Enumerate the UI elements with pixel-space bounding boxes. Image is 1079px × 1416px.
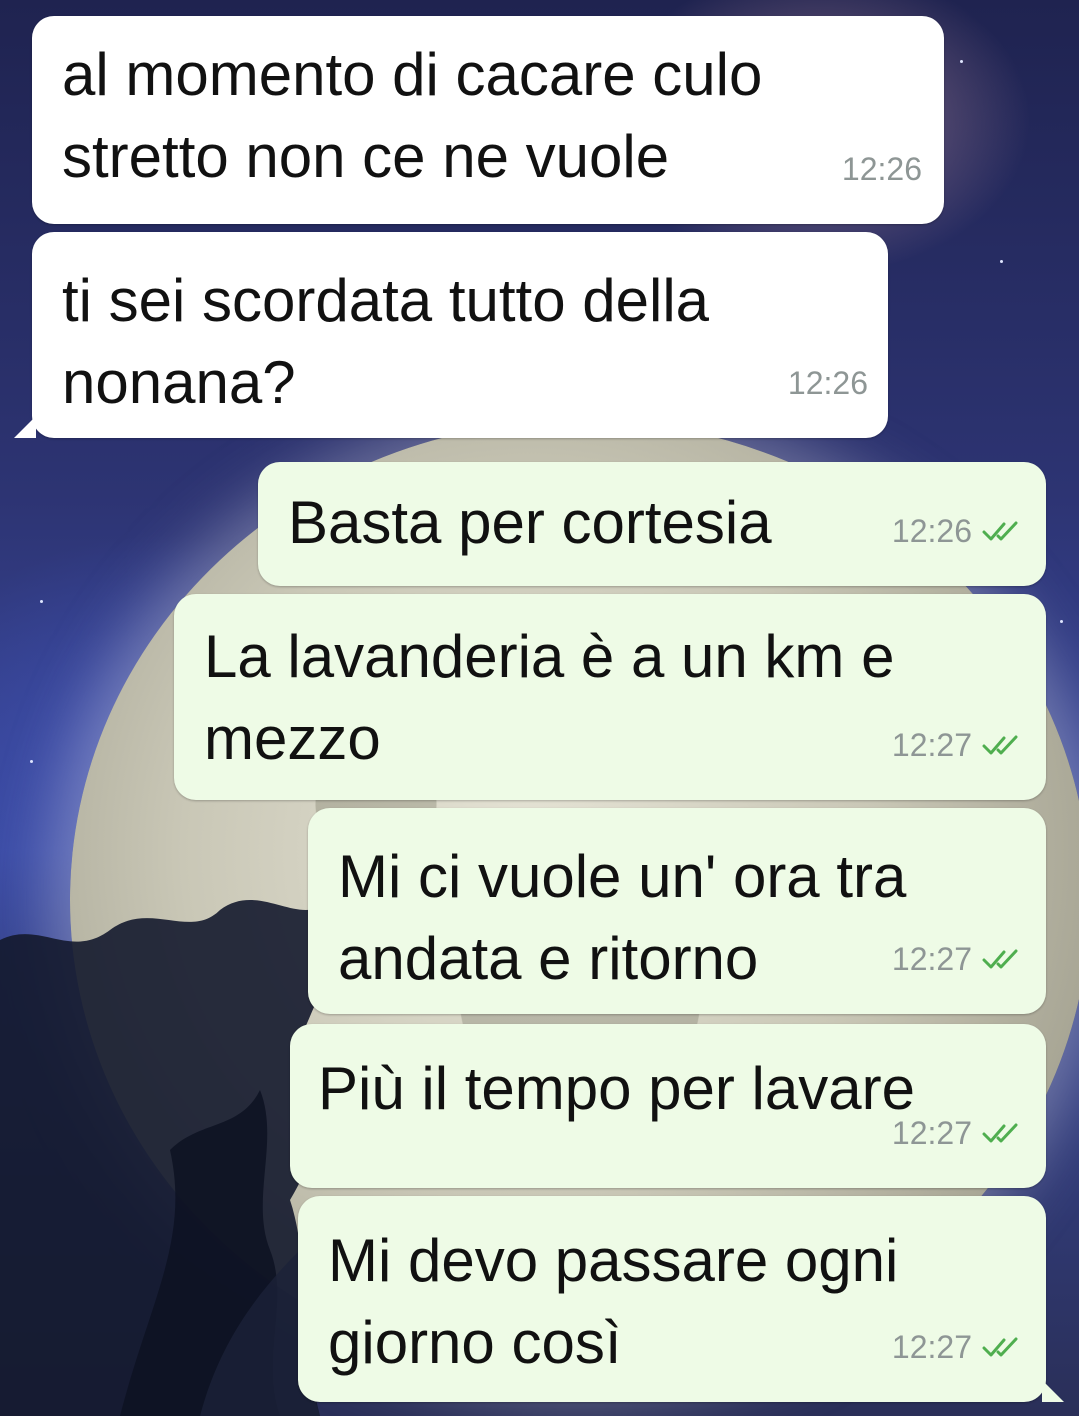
message-time: 12:27 xyxy=(891,1329,972,1365)
message-text: Mi devo passare ogni giorno così xyxy=(328,1227,899,1376)
message-text: al momento di cacare culo stretto non ce… xyxy=(62,41,763,190)
double-check-icon xyxy=(982,1123,1018,1143)
outgoing-message-bubble[interactable]: Più il tempo per lavare 12:27 xyxy=(290,1024,1046,1188)
message-text: La lavanderia è a un km e mezzo xyxy=(204,623,895,772)
outgoing-message-bubble[interactable]: La lavanderia è a un km e mezzo 12:27 xyxy=(174,594,1046,800)
incoming-message-bubble[interactable]: al momento di cacare culo stretto non ce… xyxy=(32,16,944,224)
message-list[interactable]: al momento di cacare culo stretto non ce… xyxy=(0,0,1079,1416)
bubble-tail xyxy=(1042,1380,1064,1402)
message-time: 12:27 xyxy=(891,727,972,763)
message-meta: 12:27 xyxy=(892,1092,1026,1174)
bubble-tail xyxy=(14,416,36,438)
incoming-message-bubble[interactable]: ti sei scordata tutto della nonana? 12:2… xyxy=(14,232,888,438)
message-meta: 12:26 xyxy=(892,490,1026,572)
message-meta: 12:27 xyxy=(892,1306,1026,1388)
message-time: 12:26 xyxy=(787,365,868,401)
message-text: Basta per cortesia xyxy=(288,489,772,556)
outgoing-message-bubble[interactable]: Mi devo passare ogni giorno così 12:27 xyxy=(298,1196,1064,1402)
message-time: 12:27 xyxy=(891,1115,972,1151)
message-time: 12:26 xyxy=(841,151,922,187)
message-time: 12:27 xyxy=(891,941,972,977)
message-meta: 12:26 xyxy=(788,342,868,424)
message-time: 12:26 xyxy=(891,513,972,549)
message-text: ti sei scordata tutto della nonana? xyxy=(62,267,710,416)
outgoing-message-bubble[interactable]: Basta per cortesia 12:26 xyxy=(258,462,1046,586)
double-check-icon xyxy=(982,521,1018,541)
message-text: Più il tempo per lavare xyxy=(318,1055,915,1122)
double-check-icon xyxy=(982,949,1018,969)
message-meta: 12:27 xyxy=(892,704,1026,786)
message-meta: 12:27 xyxy=(892,918,1026,1000)
message-meta: 12:26 xyxy=(842,128,922,210)
double-check-icon xyxy=(982,1337,1018,1357)
message-text: Mi ci vuole un' ora tra andata e ritorno xyxy=(338,843,907,992)
outgoing-message-bubble[interactable]: Mi ci vuole un' ora tra andata e ritorno… xyxy=(308,808,1046,1014)
double-check-icon xyxy=(982,735,1018,755)
